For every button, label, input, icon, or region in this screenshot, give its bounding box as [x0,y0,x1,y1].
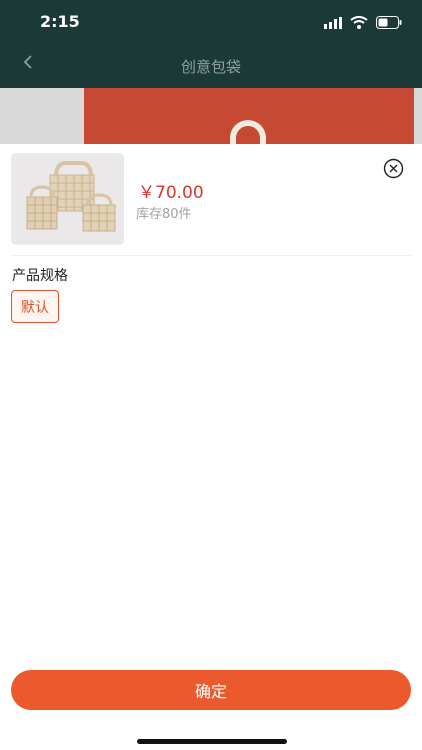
status-icons [324,14,402,33]
app-header: 2:15 创意包袋 [0,0,422,88]
battery-icon [376,14,402,33]
product-spec-screen: 2:15 创意包袋 ￥70.00 库存80件 产品规格 默认 确定 [0,0,422,750]
close-button[interactable] [383,158,404,179]
spec-bottom-sheet: ￥70.00 库存80件 产品规格 默认 确定 [0,144,422,750]
product-price: ￥70.00 [138,183,204,203]
page-title: 创意包袋 [180,58,241,76]
close-circle-icon [383,158,404,183]
spec-option-default[interactable]: 默认 [11,290,59,323]
product-thumbnail [11,153,124,245]
status-bar: 2:15 [0,0,422,44]
spec-label: 产品规格 [12,268,68,284]
confirm-button[interactable]: 确定 [11,670,411,710]
status-time: 2:15 [40,12,80,31]
signal-icon [324,14,342,33]
divider [11,255,411,256]
home-indicator [137,739,287,744]
wifi-icon [350,14,368,33]
nav-bar: 创意包袋 [0,44,422,88]
product-stock: 库存80件 [136,207,192,222]
